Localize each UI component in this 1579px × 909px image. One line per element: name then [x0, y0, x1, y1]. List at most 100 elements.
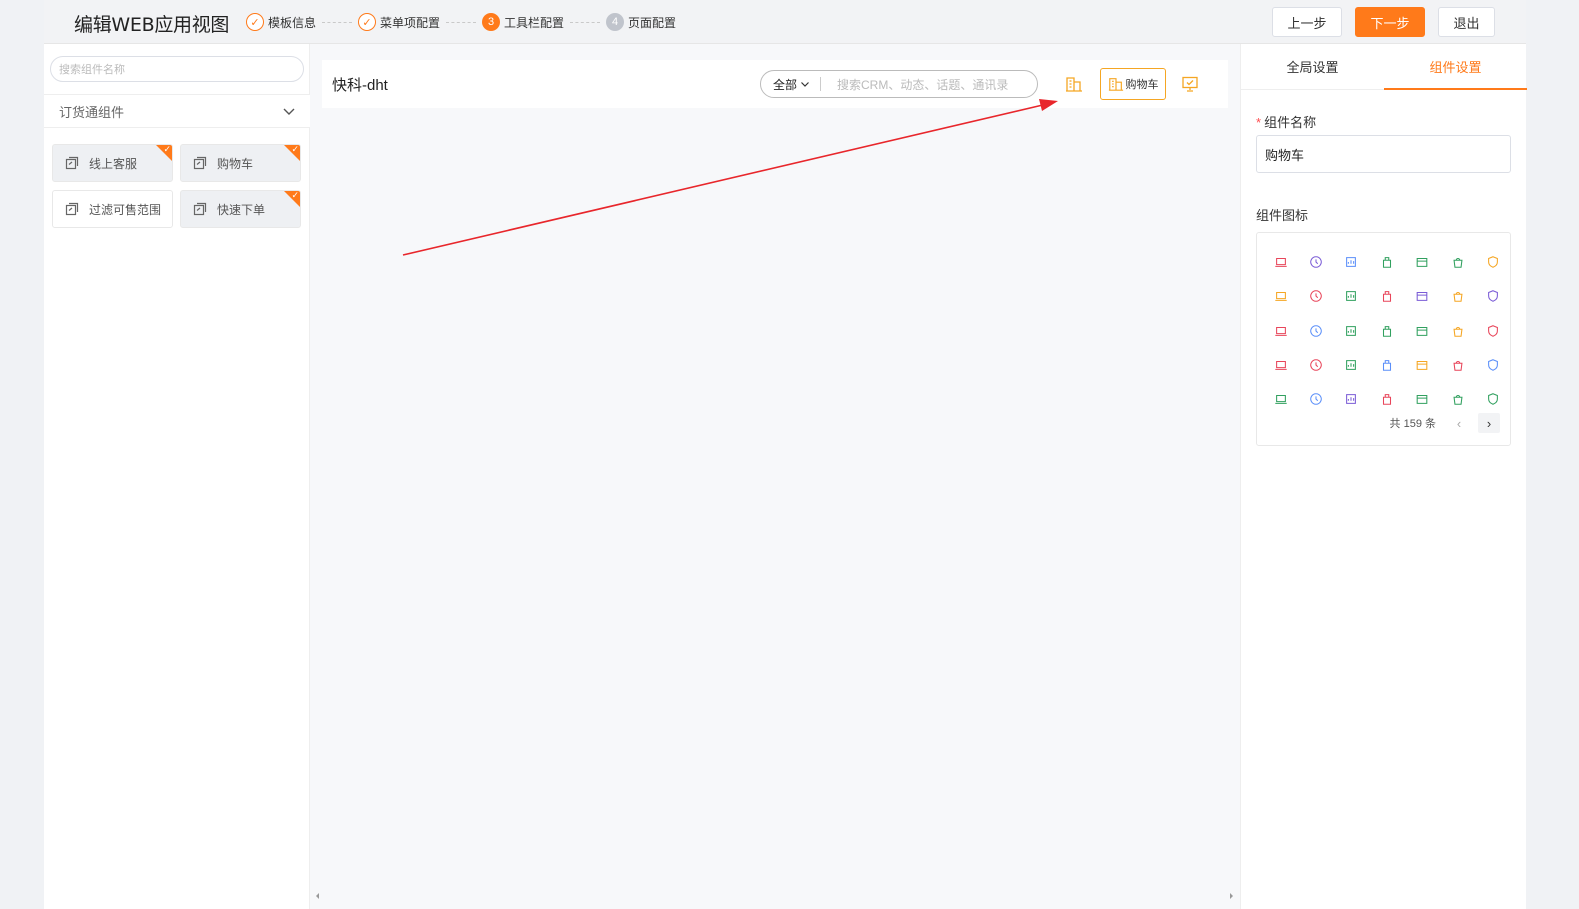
component-online-service[interactable]: 线上客服 ✓	[52, 144, 173, 182]
label-text: 组件名称	[1264, 115, 1317, 130]
search-scope-select[interactable]: 全部	[761, 76, 820, 93]
presentation-check-icon[interactable]	[1180, 74, 1200, 94]
step-connector	[446, 21, 477, 23]
pagination: 共 159 条 ‹ ›	[1390, 413, 1500, 433]
horizontal-scrollbar[interactable]	[310, 891, 1240, 901]
laptop-icon[interactable]	[1263, 245, 1298, 279]
component-label: 购物车	[217, 156, 254, 171]
preview-toolbar: 快科-dht 全部 搜索CRM、动态、话题、通讯录 购物车	[322, 60, 1228, 108]
check-icon: ✓	[163, 144, 171, 154]
next-button[interactable]: 下一步	[1355, 7, 1425, 37]
chevron-down-icon	[282, 104, 296, 121]
check-icon: ✓	[291, 144, 299, 154]
apps-icon[interactable]	[1334, 382, 1369, 416]
component-panel: 搜索组件名称 订货通组件 线上客服 ✓ 购物车 ✓ 过滤可售范围 快速下单 ✓	[44, 44, 310, 909]
preview-canvas: 快科-dht 全部 搜索CRM、动态、话题、通讯录 购物车	[310, 44, 1240, 909]
component-icon-label: 组件图标	[1256, 208, 1309, 223]
security-icon[interactable]	[1475, 382, 1510, 416]
component-icon	[193, 202, 207, 216]
building-icon	[1108, 78, 1123, 91]
calendar-icon[interactable]	[1405, 245, 1440, 279]
component-name-input[interactable]: 购物车	[1256, 135, 1511, 173]
step-menu-config[interactable]: ✓ 菜单项配置	[358, 13, 440, 31]
search-input[interactable]: 搜索CRM、动态、话题、通讯录	[837, 76, 1008, 93]
bookmark-icon[interactable]	[1298, 279, 1333, 313]
component-filter-range[interactable]: 过滤可售范围	[52, 190, 173, 228]
calendar-grid-icon[interactable]	[1475, 279, 1510, 313]
component-label: 线上客服	[89, 156, 138, 171]
chart-board-icon[interactable]	[1334, 245, 1369, 279]
shield-icon[interactable]	[1475, 245, 1510, 279]
checkbox-icon[interactable]	[1369, 314, 1404, 348]
compass-icon[interactable]	[1298, 245, 1333, 279]
shopping-bag-icon[interactable]	[1440, 245, 1475, 279]
app-window: 编辑WEB应用视图 ✓ 模板信息 ✓ 菜单项配置 3 工具栏配置 4 页面配置 …	[44, 0, 1527, 909]
icon-picker: 共 159 条 ‹ ›	[1256, 232, 1511, 446]
doc-chart-icon[interactable]	[1405, 382, 1440, 416]
pencil-icon[interactable]	[1334, 314, 1369, 348]
prev-button[interactable]: 上一步	[1272, 7, 1342, 37]
drive-icon[interactable]	[1298, 382, 1333, 416]
bag-lock-icon[interactable]	[1369, 245, 1404, 279]
tab-global-settings[interactable]: 全局设置	[1241, 44, 1384, 89]
card-icon[interactable]	[1369, 279, 1404, 313]
building-icon[interactable]	[1064, 74, 1084, 94]
sign-icon[interactable]	[1440, 314, 1475, 348]
chevron-down-icon	[801, 82, 809, 87]
component-icon	[193, 156, 207, 170]
home-icon[interactable]	[1475, 348, 1510, 382]
step-number: 3	[482, 13, 501, 31]
component-icon	[65, 202, 79, 216]
steps-progress: ✓ 模板信息 ✓ 菜单项配置 3 工具栏配置 4 页面配置	[246, 12, 676, 32]
component-label: 过滤可售范围	[89, 202, 162, 217]
step-label: 模板信息	[268, 15, 317, 30]
inbox-icon[interactable]	[1263, 314, 1298, 348]
step-page-config[interactable]: 4 页面配置	[606, 13, 676, 31]
search-scope-label: 全部	[773, 77, 798, 92]
presentation-icon[interactable]	[1263, 279, 1298, 313]
target-icon[interactable]	[1440, 279, 1475, 313]
cart-label: 购物车	[1125, 79, 1159, 91]
total-count: 共 159 条	[1389, 418, 1436, 430]
building-icon[interactable]	[1405, 348, 1440, 382]
window-icon[interactable]	[1369, 348, 1404, 382]
page-title: 编辑WEB应用视图	[74, 14, 230, 36]
global-search-box[interactable]: 全部 搜索CRM、动态、话题、通讯录	[760, 70, 1038, 98]
pie-clock-icon[interactable]	[1440, 348, 1475, 382]
component-cart[interactable]: 购物车 ✓	[180, 144, 301, 182]
step-toolbar-config[interactable]: 3 工具栏配置	[482, 13, 564, 31]
component-name-label: * 组件名称	[1256, 115, 1317, 130]
header-bar: 编辑WEB应用视图 ✓ 模板信息 ✓ 菜单项配置 3 工具栏配置 4 页面配置 …	[44, 0, 1526, 44]
tab-component-settings[interactable]: 组件设置	[1384, 44, 1527, 90]
group-label: 订货通组件	[59, 104, 125, 120]
check-circle-icon[interactable]	[1334, 279, 1369, 313]
step-template-info[interactable]: ✓ 模板信息	[246, 13, 316, 31]
settings-tabs: 全局设置 组件设置	[1241, 44, 1527, 90]
company-name: 快科-dht	[332, 77, 388, 94]
component-group-header[interactable]: 订货通组件	[44, 94, 310, 128]
step-connector	[570, 21, 601, 23]
gift-icon[interactable]	[1369, 382, 1404, 416]
archive-icon[interactable]	[1298, 314, 1333, 348]
cross-icon[interactable]	[1334, 348, 1369, 382]
component-search-input[interactable]: 搜索组件名称	[50, 56, 304, 82]
line-chart-icon[interactable]	[1405, 314, 1440, 348]
check-icon: ✓	[246, 13, 264, 31]
monitor-icon[interactable]	[1263, 382, 1298, 416]
toolbar-cart-item[interactable]: 购物车	[1100, 68, 1166, 100]
exit-button[interactable]: 退出	[1438, 7, 1495, 37]
bar-chart-icon[interactable]	[1263, 348, 1298, 382]
radar-icon[interactable]	[1298, 348, 1333, 382]
prev-page-button[interactable]: ‹	[1448, 413, 1470, 433]
step-number: 4	[606, 13, 625, 31]
icon-grid	[1263, 245, 1511, 416]
globe-icon[interactable]	[1405, 279, 1440, 313]
clipboard-icon[interactable]	[1475, 314, 1510, 348]
next-page-button[interactable]: ›	[1478, 413, 1500, 433]
check-icon: ✓	[291, 190, 299, 200]
save-icon[interactable]	[1440, 382, 1475, 416]
component-quick-order[interactable]: 快速下单 ✓	[180, 190, 301, 228]
component-label: 快速下单	[217, 202, 266, 217]
step-label: 菜单项配置	[380, 15, 441, 30]
component-icon	[65, 156, 79, 170]
